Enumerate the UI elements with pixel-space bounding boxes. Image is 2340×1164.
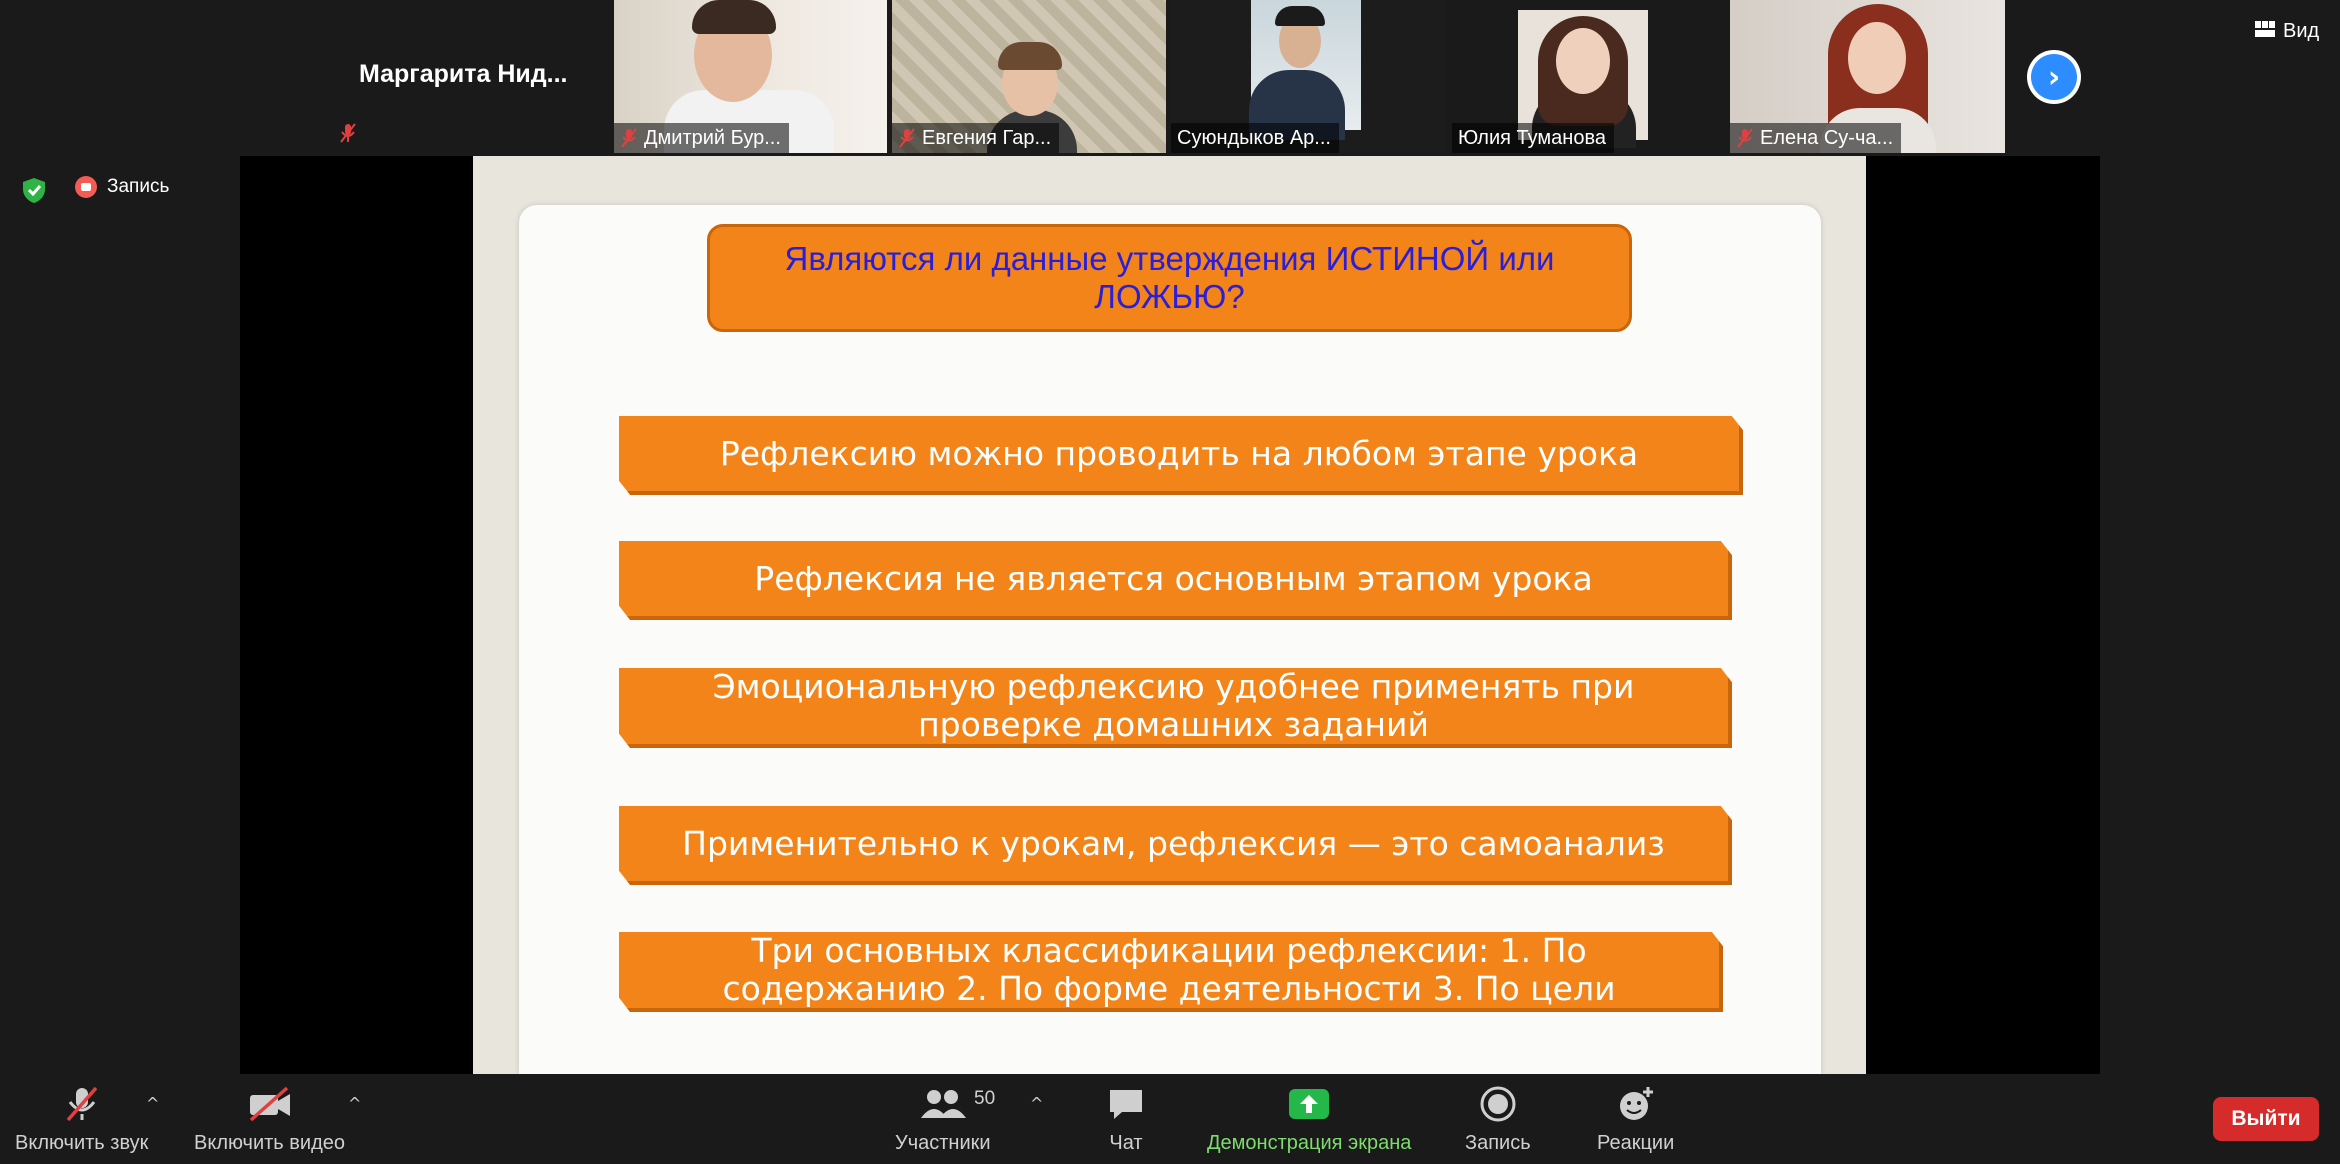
grid-view-icon xyxy=(2255,20,2275,43)
participant-namebar: Юлия Туманова xyxy=(1452,123,1614,153)
meeting-toolbar xyxy=(0,1074,2340,1164)
leave-meeting-button[interactable]: Выйти xyxy=(2213,1097,2319,1141)
chat-button[interactable]: Чат xyxy=(1106,1082,1146,1155)
emoji-add-icon xyxy=(1616,1082,1656,1126)
participant-name: Юлия Туманова xyxy=(1458,126,1606,149)
statement-3: Эмоциональную рефлексию удобнее применят… xyxy=(619,668,1732,748)
audio-options-caret[interactable]: ^ xyxy=(146,1094,159,1113)
participant-name: Суюндыков Ар... xyxy=(1177,126,1331,149)
next-page-button[interactable]: › xyxy=(2027,50,2081,104)
participant-namebar: Евгения Гар... xyxy=(892,123,1060,153)
participant-namebar: Елена Су-ча... xyxy=(1730,123,1902,153)
participant-tile-elena[interactable]: Елена Су-ча... xyxy=(1730,0,2005,153)
participant-namebar: Дмитрий Бур... xyxy=(614,123,789,153)
participant-name: Маргарита Нид... xyxy=(359,60,568,88)
participant-tile-yulia[interactable]: Юлия Туманова xyxy=(1452,0,1725,153)
slide-title: Являются ли данные утверждения ИСТИНОЙ и… xyxy=(707,224,1632,332)
mic-muted-icon xyxy=(62,1082,102,1126)
participant-name: Елена Су-ча... xyxy=(1760,126,1894,149)
recording-indicator[interactable]: Запись xyxy=(75,176,169,198)
participant-tile-evgenia[interactable]: Евгения Гар... xyxy=(892,0,1166,153)
participant-tile-margarita[interactable]: Маргарита Нид... xyxy=(335,0,610,153)
share-screen-label: Демонстрация экрана xyxy=(1207,1132,1412,1154)
participant-name: Дмитрий Бур... xyxy=(644,126,781,149)
reactions-button[interactable]: Реакции xyxy=(1597,1082,1674,1155)
chevron-right-icon: › xyxy=(2031,54,2077,100)
mic-muted-icon xyxy=(339,122,357,148)
shield-icon[interactable] xyxy=(20,176,48,204)
chat-icon xyxy=(1106,1082,1146,1126)
participants-count: 50 xyxy=(974,1088,996,1109)
record-icon xyxy=(1478,1082,1518,1126)
video-off-icon xyxy=(247,1082,293,1126)
statement-1: Рефлексию можно проводить на любом этапе… xyxy=(619,416,1743,495)
unmute-label: Включить звук xyxy=(15,1132,149,1154)
share-screen-icon xyxy=(1287,1082,1331,1126)
statement-4: Применительно к урокам, рефлексия — это … xyxy=(619,806,1732,885)
start-video-button[interactable]: Включить видео xyxy=(194,1082,345,1155)
start-video-label: Включить видео xyxy=(194,1132,345,1154)
statement-5: Три основных классификации рефлексии: 1.… xyxy=(619,932,1723,1012)
participants-label: Участники xyxy=(895,1132,991,1154)
participants-icon xyxy=(918,1082,968,1126)
chat-label: Чат xyxy=(1109,1132,1143,1154)
view-button[interactable]: Вид xyxy=(2245,15,2329,47)
mic-muted-icon xyxy=(898,128,916,148)
participant-tile-dmitry[interactable]: Дмитрий Бур... xyxy=(614,0,887,153)
recording-label: Запись xyxy=(107,176,170,197)
reactions-label: Реакции xyxy=(1597,1132,1675,1154)
record-label: Запись xyxy=(1465,1132,1531,1154)
participants-options-caret[interactable]: ^ xyxy=(1030,1094,1043,1113)
mic-muted-icon xyxy=(620,128,638,148)
participant-name: Евгения Гар... xyxy=(922,126,1052,149)
statement-2: Рефлексия не является основным этапом ур… xyxy=(619,541,1732,620)
share-screen-button[interactable]: Демонстрация экрана xyxy=(1207,1082,1411,1155)
mic-muted-icon xyxy=(1736,128,1754,148)
participant-tile-suyundykov[interactable]: Суюндыков Ар... xyxy=(1171,0,1447,153)
participant-namebar: Суюндыков Ар... xyxy=(1171,123,1339,153)
unmute-button[interactable]: Включить звук xyxy=(15,1082,148,1155)
record-icon xyxy=(75,176,97,198)
video-options-caret[interactable]: ^ xyxy=(348,1094,361,1113)
record-button[interactable]: Запись xyxy=(1465,1082,1531,1155)
view-label: Вид xyxy=(2283,19,2320,42)
